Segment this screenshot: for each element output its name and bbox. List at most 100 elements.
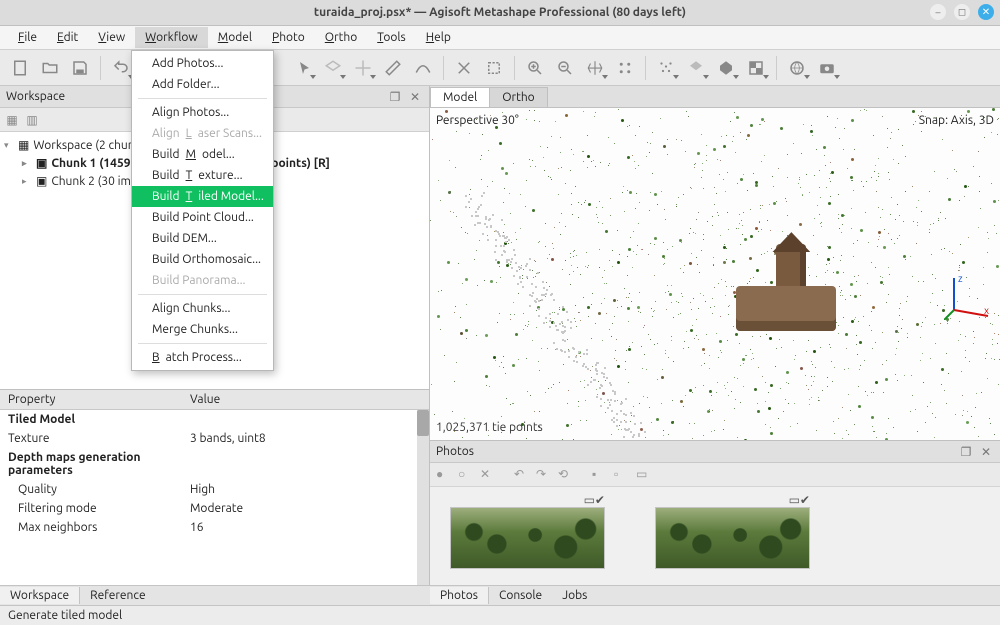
left-bottom-tabs: Workspace Reference xyxy=(0,585,430,605)
show-textured-icon[interactable] xyxy=(742,54,770,82)
draw-icon[interactable] xyxy=(409,54,437,82)
menu-item-merge-chunks[interactable]: Merge Chunks... xyxy=(132,319,273,340)
open-project-icon[interactable] xyxy=(36,54,64,82)
menu-edit[interactable]: Edit xyxy=(47,27,88,48)
close-button[interactable]: ✕ xyxy=(978,4,994,20)
property-name: Tiled Model xyxy=(0,413,190,426)
close-panel-icon[interactable]: ✕ xyxy=(407,89,423,105)
pan-icon[interactable] xyxy=(581,54,609,82)
menu-file[interactable]: File xyxy=(8,27,47,48)
properties-scrollbar-track[interactable] xyxy=(417,410,429,585)
property-value: 16 xyxy=(190,521,429,534)
photo-item-2[interactable]: ▭✔ xyxy=(655,493,810,569)
bottom-tab-photos[interactable]: Photos xyxy=(430,587,489,604)
photos-panel-header: Photos ❐ ✕ xyxy=(430,441,1000,463)
right-pane: Model Ortho Perspective 30° Snap: Axis, … xyxy=(430,86,1000,585)
show-dense-icon[interactable] xyxy=(682,54,710,82)
castle-mesh xyxy=(726,234,856,344)
svg-text:x: x xyxy=(984,305,989,316)
photos-panel: Photos ❐ ✕ ● ○ ✕ ↶ ↷ ⟲ ▪ ▫ ▭ ▭✔ xyxy=(430,440,1000,585)
right-bottom-tabs: Photos Console Jobs xyxy=(430,585,1000,605)
capture-view-icon[interactable] xyxy=(813,54,841,82)
menu-item-align-photos[interactable]: Align Photos... xyxy=(132,102,273,123)
undock-icon[interactable]: ❐ xyxy=(387,89,403,105)
property-row: Filtering modeModerate xyxy=(0,499,429,518)
zoom-in-icon[interactable] xyxy=(521,54,549,82)
photos-close-icon[interactable]: ✕ xyxy=(978,444,994,460)
menu-item-align-chunks[interactable]: Align Chunks... xyxy=(132,298,273,319)
ws-add-chunk-icon[interactable]: ▦ xyxy=(4,112,20,128)
photos-remove-icon[interactable]: ✕ xyxy=(480,467,496,483)
tab-model[interactable]: Model xyxy=(430,87,490,107)
menu-tools[interactable]: Tools xyxy=(367,27,416,48)
menu-item-batch-process[interactable]: Batch Process... xyxy=(132,347,273,368)
menu-item-build-orthomosaic[interactable]: Build Orthomosaic... xyxy=(132,249,273,270)
show-points-icon[interactable] xyxy=(652,54,680,82)
view-tabs: Model Ortho xyxy=(430,86,1000,108)
model-viewport[interactable]: Perspective 30° Snap: Axis, 3D 1,025,371… xyxy=(430,108,1000,440)
bottom-tab-reference[interactable]: Reference xyxy=(80,587,155,604)
photos-panel-title: Photos xyxy=(436,445,474,458)
photos-small-icon[interactable]: ▫ xyxy=(614,467,630,483)
property-name: Max neighbors xyxy=(0,521,190,534)
photos-reset-icon[interactable]: ⟲ xyxy=(558,467,574,483)
menu-ortho[interactable]: Ortho xyxy=(315,27,367,48)
properties-panel: Property Value Tiled ModelTexture3 bands… xyxy=(0,389,429,585)
property-row: Max neighbors16 xyxy=(0,518,429,537)
photos-undock-icon[interactable]: ❐ xyxy=(958,444,974,460)
show-solid-icon[interactable] xyxy=(712,54,740,82)
photo-thumb-1 xyxy=(450,507,605,569)
menu-view[interactable]: View xyxy=(88,27,135,48)
menu-model[interactable]: Model xyxy=(208,27,262,48)
menu-help[interactable]: Help xyxy=(416,27,461,48)
photos-rotate-right-icon[interactable]: ↷ xyxy=(536,467,552,483)
selection-mode-icon[interactable] xyxy=(289,54,317,82)
show-aligned-icon[interactable] xyxy=(783,54,811,82)
photos-details-icon[interactable]: ▪ xyxy=(592,467,608,483)
photos-large-icon[interactable]: ▭ xyxy=(636,467,652,483)
menu-item-build-model[interactable]: Build Model... xyxy=(132,144,273,165)
property-value xyxy=(190,451,429,477)
tab-ortho[interactable]: Ortho xyxy=(489,87,547,107)
ruler-icon[interactable] xyxy=(379,54,407,82)
photo-strip: ▭✔ ▭✔ xyxy=(430,487,1000,585)
menu-item-build-texture[interactable]: Build Texture... xyxy=(132,165,273,186)
region-icon[interactable] xyxy=(319,54,347,82)
photos-rotate-left-icon[interactable]: ↶ xyxy=(514,467,530,483)
transform-icon[interactable] xyxy=(349,54,377,82)
viewport-perspective-label: Perspective 30° xyxy=(436,114,519,127)
menu-item-build-tiled-model[interactable]: Build Tiled Model... xyxy=(132,186,273,207)
menu-workflow[interactable]: Workflow xyxy=(135,27,208,48)
titlebar: turaida_proj.psx* — Agisoft Metashape Pr… xyxy=(0,0,1000,26)
menu-item-build-point-cloud[interactable]: Build Point Cloud... xyxy=(132,207,273,228)
menu-photo[interactable]: Photo xyxy=(262,27,315,48)
property-row: Depth maps generation parameters xyxy=(0,448,429,480)
new-project-icon[interactable] xyxy=(6,54,34,82)
menubar: File Edit View Workflow Model Photo Orth… xyxy=(0,26,1000,50)
crop-selection-icon[interactable] xyxy=(480,54,508,82)
delete-selection-icon[interactable] xyxy=(450,54,478,82)
zoom-out-icon[interactable] xyxy=(551,54,579,82)
bottom-tab-workspace[interactable]: Workspace xyxy=(0,587,80,604)
property-name: Texture xyxy=(0,432,190,445)
minimize-button[interactable]: – xyxy=(930,4,946,20)
photo-item-1[interactable]: ▭✔ xyxy=(450,493,605,569)
ws-add-photos-icon[interactable]: ▥ xyxy=(24,112,40,128)
viewport-snap-label: Snap: Axis, 3D xyxy=(919,114,994,127)
property-row: QualityHigh xyxy=(0,480,429,499)
properties-scrollbar-thumb[interactable] xyxy=(417,410,429,436)
maximize-button[interactable]: ◻ xyxy=(954,4,970,20)
bottom-tab-console[interactable]: Console xyxy=(489,587,552,604)
reset-view-icon[interactable] xyxy=(611,54,639,82)
property-name: Filtering mode xyxy=(0,502,190,515)
photos-enable-icon[interactable]: ● xyxy=(436,467,452,483)
status-text: Generate tiled model xyxy=(8,609,122,622)
photos-disable-icon[interactable]: ○ xyxy=(458,467,474,483)
menu-item-add-folder[interactable]: Add Folder... xyxy=(132,74,273,95)
menu-item-build-dem[interactable]: Build DEM... xyxy=(132,228,273,249)
window-title: turaida_proj.psx* — Agisoft Metashape Pr… xyxy=(314,6,686,19)
menu-item-add-photos[interactable]: Add Photos... xyxy=(132,53,273,74)
bottom-tab-jobs[interactable]: Jobs xyxy=(552,587,597,604)
aligned-check-icon: ▭✔ xyxy=(584,493,605,507)
save-project-icon[interactable] xyxy=(66,54,94,82)
